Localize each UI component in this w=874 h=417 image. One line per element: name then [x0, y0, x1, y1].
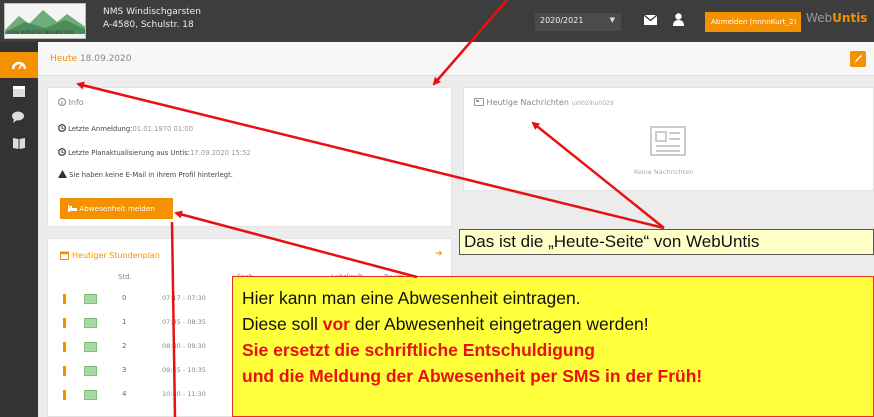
school-name: NMS Windischgarsten: [103, 7, 201, 17]
news-empty-text: Keine Nachrichten: [634, 168, 694, 176]
sidebar-item-dashboard[interactable]: [0, 52, 38, 78]
status-bar: [63, 318, 66, 328]
chevron-down-icon: ▼: [609, 16, 615, 24]
info-title: Info: [58, 98, 84, 107]
timetable-title: Heutiger Stundenplan: [72, 251, 160, 260]
school-logo[interactable]: NMS WINDISCHGARSTEN: [4, 3, 86, 39]
lesson-icon: [84, 366, 97, 376]
calendar-icon: [13, 86, 25, 97]
school-address: A-4580, Schulstr. 18: [103, 20, 194, 30]
annotation-heute-page: Das ist die „Heute-Seite“ von WebUntis: [459, 229, 874, 255]
clock-icon: [58, 124, 66, 132]
sidebar-item-book[interactable]: [0, 130, 38, 156]
annotation-absence-info: Hier kann man eine Abwesenheit eintragen…: [232, 276, 874, 417]
logout-button[interactable]: Abmelden (nnnnKurt_2): [705, 12, 801, 32]
school-year-value: 2020/2021: [540, 16, 584, 25]
info-icon: [58, 98, 66, 106]
dashboard-icon: [12, 61, 26, 70]
email-warning-text: Sie haben keine E-Mail in ihrem Profil h…: [69, 171, 233, 179]
annotation-line-2-pre: Diese soll: [242, 314, 323, 334]
last-login-label: Letzte Anmeldung:: [68, 125, 133, 133]
period-time: 07:17 - 07:30: [162, 294, 206, 302]
today-date: 18.09.2020: [79, 54, 132, 64]
period-time: 09:45 - 10:35: [162, 366, 206, 374]
info-card: Info Letzte Anmeldung:01.01.1970 01:00 L…: [47, 87, 452, 227]
sidebar-item-messages[interactable]: [0, 104, 38, 130]
newspaper-large-icon: [650, 126, 686, 156]
email-warning-row: Sie haben keine E-Mail in ihrem Profil h…: [58, 170, 233, 179]
chat-icon: [12, 111, 24, 123]
newspaper-icon: [474, 98, 484, 106]
today-label: Heute: [50, 54, 78, 64]
annotation-line-2-post: der Abwesenheit eingetragen werden!: [349, 314, 649, 334]
calendar-icon: [60, 251, 69, 260]
period-number: 1: [122, 318, 127, 326]
sidebar: [0, 42, 38, 417]
last-update-row: Letzte Planaktualisierung aus Untis:17.0…: [58, 148, 251, 157]
edit-button[interactable]: [850, 51, 866, 67]
webuntis-brand[interactable]: WebUntis: [806, 11, 867, 25]
school-info: NMS Windischgarsten A-4580, Schulstr. 18: [103, 6, 201, 32]
status-bar: [63, 342, 66, 352]
news-title-text: Heutige Nachrichten: [486, 98, 569, 107]
lesson-icon: [84, 318, 97, 328]
logo-text: NMS WINDISCHGARSTEN: [7, 31, 74, 36]
lesson-icon: [84, 294, 97, 304]
status-bar: [63, 366, 66, 376]
news-title: Heutige Nachrichten \u0029\u0029: [474, 98, 614, 107]
pencil-icon: [855, 55, 862, 63]
news-card: Heutige Nachrichten \u0029\u0029 Keine N…: [463, 87, 874, 191]
period-number: 2: [122, 342, 127, 350]
clock-icon: [58, 148, 66, 156]
last-login-value: 01.01.1970 01:00: [132, 125, 194, 133]
lesson-icon: [84, 390, 97, 400]
column-header-std: Std.: [118, 273, 132, 281]
status-bar: [63, 390, 66, 400]
period-number: 3: [122, 366, 127, 374]
bed-icon: [68, 205, 77, 212]
last-update-value: 17.09.2020 15:52: [190, 149, 251, 157]
arrow-right-icon[interactable]: ➔: [435, 249, 443, 259]
mail-icon[interactable]: [644, 15, 657, 25]
school-year-select[interactable]: 2020/2021 ▼: [535, 13, 621, 31]
page-title: Heute 18.09.2020: [50, 54, 131, 64]
period-time: 10:40 - 11:30: [162, 390, 206, 398]
rss-icon[interactable]: \u0029\u0029: [571, 100, 613, 107]
status-bar: [63, 294, 66, 304]
last-login-row: Letzte Anmeldung:01.01.1970 01:00: [58, 124, 193, 133]
period-number: 0: [122, 294, 127, 302]
last-update-label: Letzte Planaktualisierung aus Untis:: [68, 149, 191, 157]
sidebar-item-calendar[interactable]: [0, 78, 38, 104]
lesson-icon: [84, 342, 97, 352]
annotation-line-2-emphasis: vor: [322, 314, 350, 334]
book-icon: [13, 138, 25, 149]
warning-icon: [58, 170, 67, 178]
report-absence-label: Abwesenheit melden: [79, 204, 155, 213]
annotation-line-1: Hier kann man eine Abwesenheit eintragen…: [242, 288, 581, 308]
period-time: 07:45 - 08:35: [162, 318, 206, 326]
brand-web: Web: [806, 11, 833, 25]
page-header: Heute 18.09.2020: [38, 42, 874, 76]
brand-untis: Untis: [832, 11, 868, 25]
period-number: 4: [122, 390, 127, 398]
annotation-line-3: Sie ersetzt die schriftliche Entschuldig…: [242, 340, 595, 360]
annotation-line-4: und die Meldung der Abwesenheit per SMS …: [242, 366, 703, 386]
period-time: 08:40 - 09:30: [162, 342, 206, 350]
report-absence-button[interactable]: Abwesenheit melden: [60, 198, 173, 219]
user-icon[interactable]: [673, 13, 684, 26]
top-bar: NMS WINDISCHGARSTEN NMS Windischgarsten …: [0, 0, 874, 42]
info-title-text: Info: [68, 98, 84, 107]
annotation-line-2: Diese soll vor der Abwesenheit eingetrag…: [242, 311, 873, 337]
